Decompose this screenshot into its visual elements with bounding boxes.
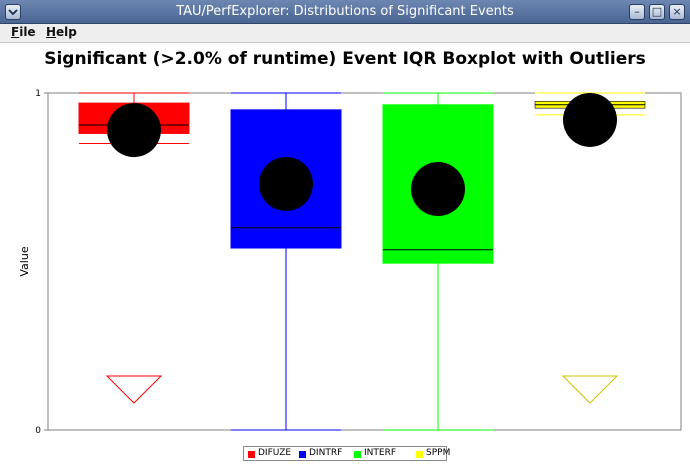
outlier-marker-sppm-0 bbox=[561, 375, 619, 404]
legend-swatch-sppm bbox=[416, 451, 423, 458]
legend-label-difuze: DIFUZE bbox=[258, 448, 292, 458]
mean-marker-sppm bbox=[563, 92, 617, 147]
outlier-marker-difuze-0 bbox=[105, 375, 163, 404]
y-tick-label-1: 1 bbox=[35, 89, 41, 99]
legend-label-sppm: SPPM bbox=[426, 448, 451, 458]
y-axis-label: Value bbox=[18, 246, 31, 276]
legend-swatch-difuze bbox=[248, 451, 255, 458]
mean-marker-interf bbox=[411, 162, 465, 217]
y-tick-label-0: 0 bbox=[35, 426, 41, 436]
mean-marker-dintrf bbox=[259, 156, 313, 211]
boxplot-chart: 0 1 Value bbox=[18, 89, 682, 436]
mean-marker-difuze bbox=[107, 103, 161, 158]
legend-label-interf: INTERF bbox=[364, 448, 397, 458]
legend: DIFUZE DINTRF INTERF SPPM bbox=[243, 446, 451, 461]
legend-swatch-dintrf bbox=[299, 451, 306, 458]
legend-label-dintrf: DINTRF bbox=[309, 448, 343, 458]
legend-swatch-interf bbox=[354, 451, 361, 458]
